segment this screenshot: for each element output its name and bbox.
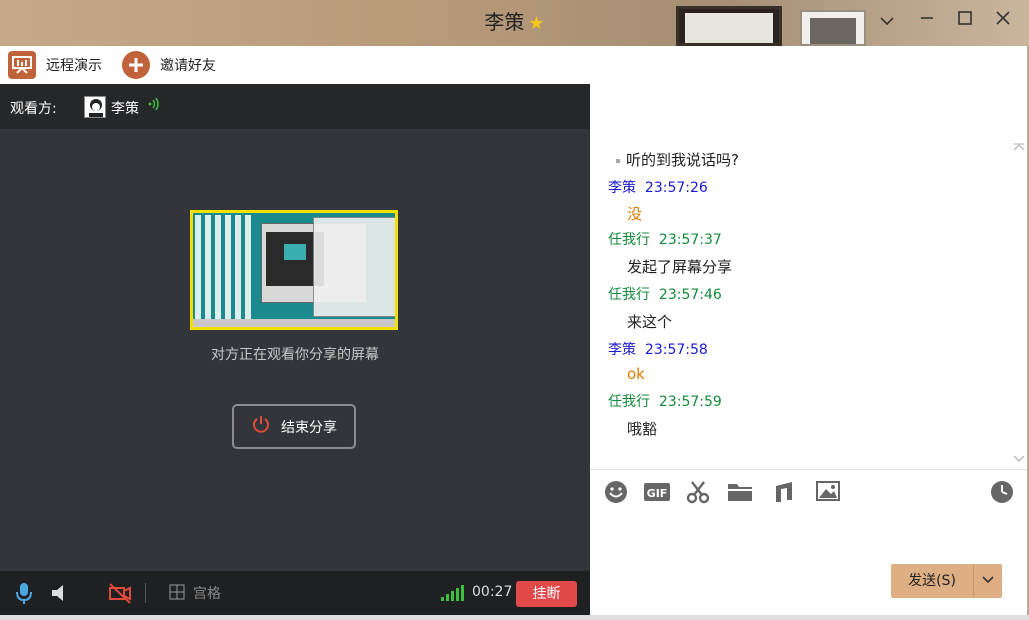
send-button[interactable]: 发送(S) (891, 564, 973, 598)
invite-label: 邀请好友 (160, 58, 216, 74)
microphone-icon[interactable] (14, 581, 34, 605)
close-icon[interactable] (988, 8, 1018, 34)
chevron-down-icon[interactable] (872, 8, 902, 34)
send-button-group: 发送(S) (891, 564, 1002, 598)
preview-caption: 对方正在观看你分享的屏幕 (211, 347, 379, 363)
svg-text:GIF: GIF (647, 487, 668, 500)
title-bar: 李策 ★ (0, 0, 1029, 46)
message-text: 没 (627, 205, 643, 223)
end-share-label: 结束分享 (281, 419, 337, 436)
message-meta: 任我行 23:57:46 (608, 287, 722, 303)
viewer-name: 李策 (111, 101, 139, 117)
viewer-bar: 观看方: 李策 (0, 84, 590, 129)
message-text: 来这个 (627, 313, 673, 331)
send-options-chevron-icon[interactable] (973, 564, 1002, 598)
power-icon (251, 414, 271, 439)
emoji-icon[interactable] (603, 480, 629, 506)
viewer-label: 观看方: (10, 101, 57, 117)
message-meta: 任我行 23:57:37 (608, 232, 722, 248)
remote-demo-button[interactable]: 远程演示 (8, 51, 102, 79)
scroll-down-icon[interactable] (1013, 452, 1025, 466)
chat-tools-bar: GIF (590, 480, 1027, 510)
shared-screen-preview (190, 210, 398, 330)
message-meta: 任我行 23:57:59 (608, 394, 722, 410)
chat-input-divider (590, 469, 1027, 470)
message-text: 发起了屏幕分享 (627, 258, 733, 276)
gif-icon[interactable]: GIF (643, 480, 671, 506)
invite-friend-button[interactable]: 邀请好友 (122, 51, 216, 79)
window-title: 李策 (484, 10, 525, 34)
plus-icon (122, 51, 150, 79)
divider (145, 583, 146, 603)
action-toolbar: 远程演示 邀请好友 (0, 46, 1027, 84)
desktop-behind-strip (0, 615, 1029, 620)
message-text: ok (627, 365, 645, 383)
image-icon[interactable] (815, 480, 841, 506)
bullet-dot (616, 158, 620, 163)
scissors-icon[interactable] (685, 480, 711, 506)
star-badge-icon: ★ (528, 13, 545, 34)
grid-layout-button[interactable] (169, 583, 185, 607)
minimize-icon[interactable] (912, 8, 942, 34)
presentation-icon (8, 51, 36, 79)
chat-panel: 听的到我说话吗? 李策 23:57:26 没 任我行 23:57:37 发起了屏… (590, 84, 1027, 615)
camera-off-icon[interactable] (108, 581, 132, 605)
call-timer: 00:27 (472, 584, 513, 600)
message-meta: 李策 23:57:58 (608, 342, 708, 358)
message-text: 哦豁 (627, 420, 658, 438)
chat-history[interactable]: 听的到我说话吗? 李策 23:57:26 没 任我行 23:57:37 发起了屏… (590, 84, 1027, 469)
message-meta: 李策 23:57:26 (608, 180, 708, 196)
screen-share-panel: 观看方: 李策 对方正在观看你分享的屏幕 结束分享 宫格 00:27 挂断 (0, 84, 590, 615)
remote-demo-label: 远程演示 (46, 58, 102, 74)
scroll-up-icon[interactable] (1013, 140, 1025, 154)
call-control-bar: 宫格 00:27 挂断 (0, 571, 590, 615)
speaker-icon[interactable] (50, 581, 70, 605)
clock-icon[interactable] (989, 480, 1015, 506)
audio-wave-icon (146, 96, 162, 116)
hangup-button[interactable]: 挂断 (516, 581, 577, 607)
message-text: 听的到我说话吗? (616, 149, 739, 170)
signal-strength-icon (441, 585, 467, 601)
grid-label: 宫格 (193, 586, 221, 602)
end-share-button[interactable]: 结束分享 (232, 404, 356, 449)
maximize-icon[interactable] (950, 8, 980, 34)
avatar (84, 96, 106, 118)
folder-icon[interactable] (726, 480, 754, 506)
music-icon[interactable] (771, 480, 797, 506)
